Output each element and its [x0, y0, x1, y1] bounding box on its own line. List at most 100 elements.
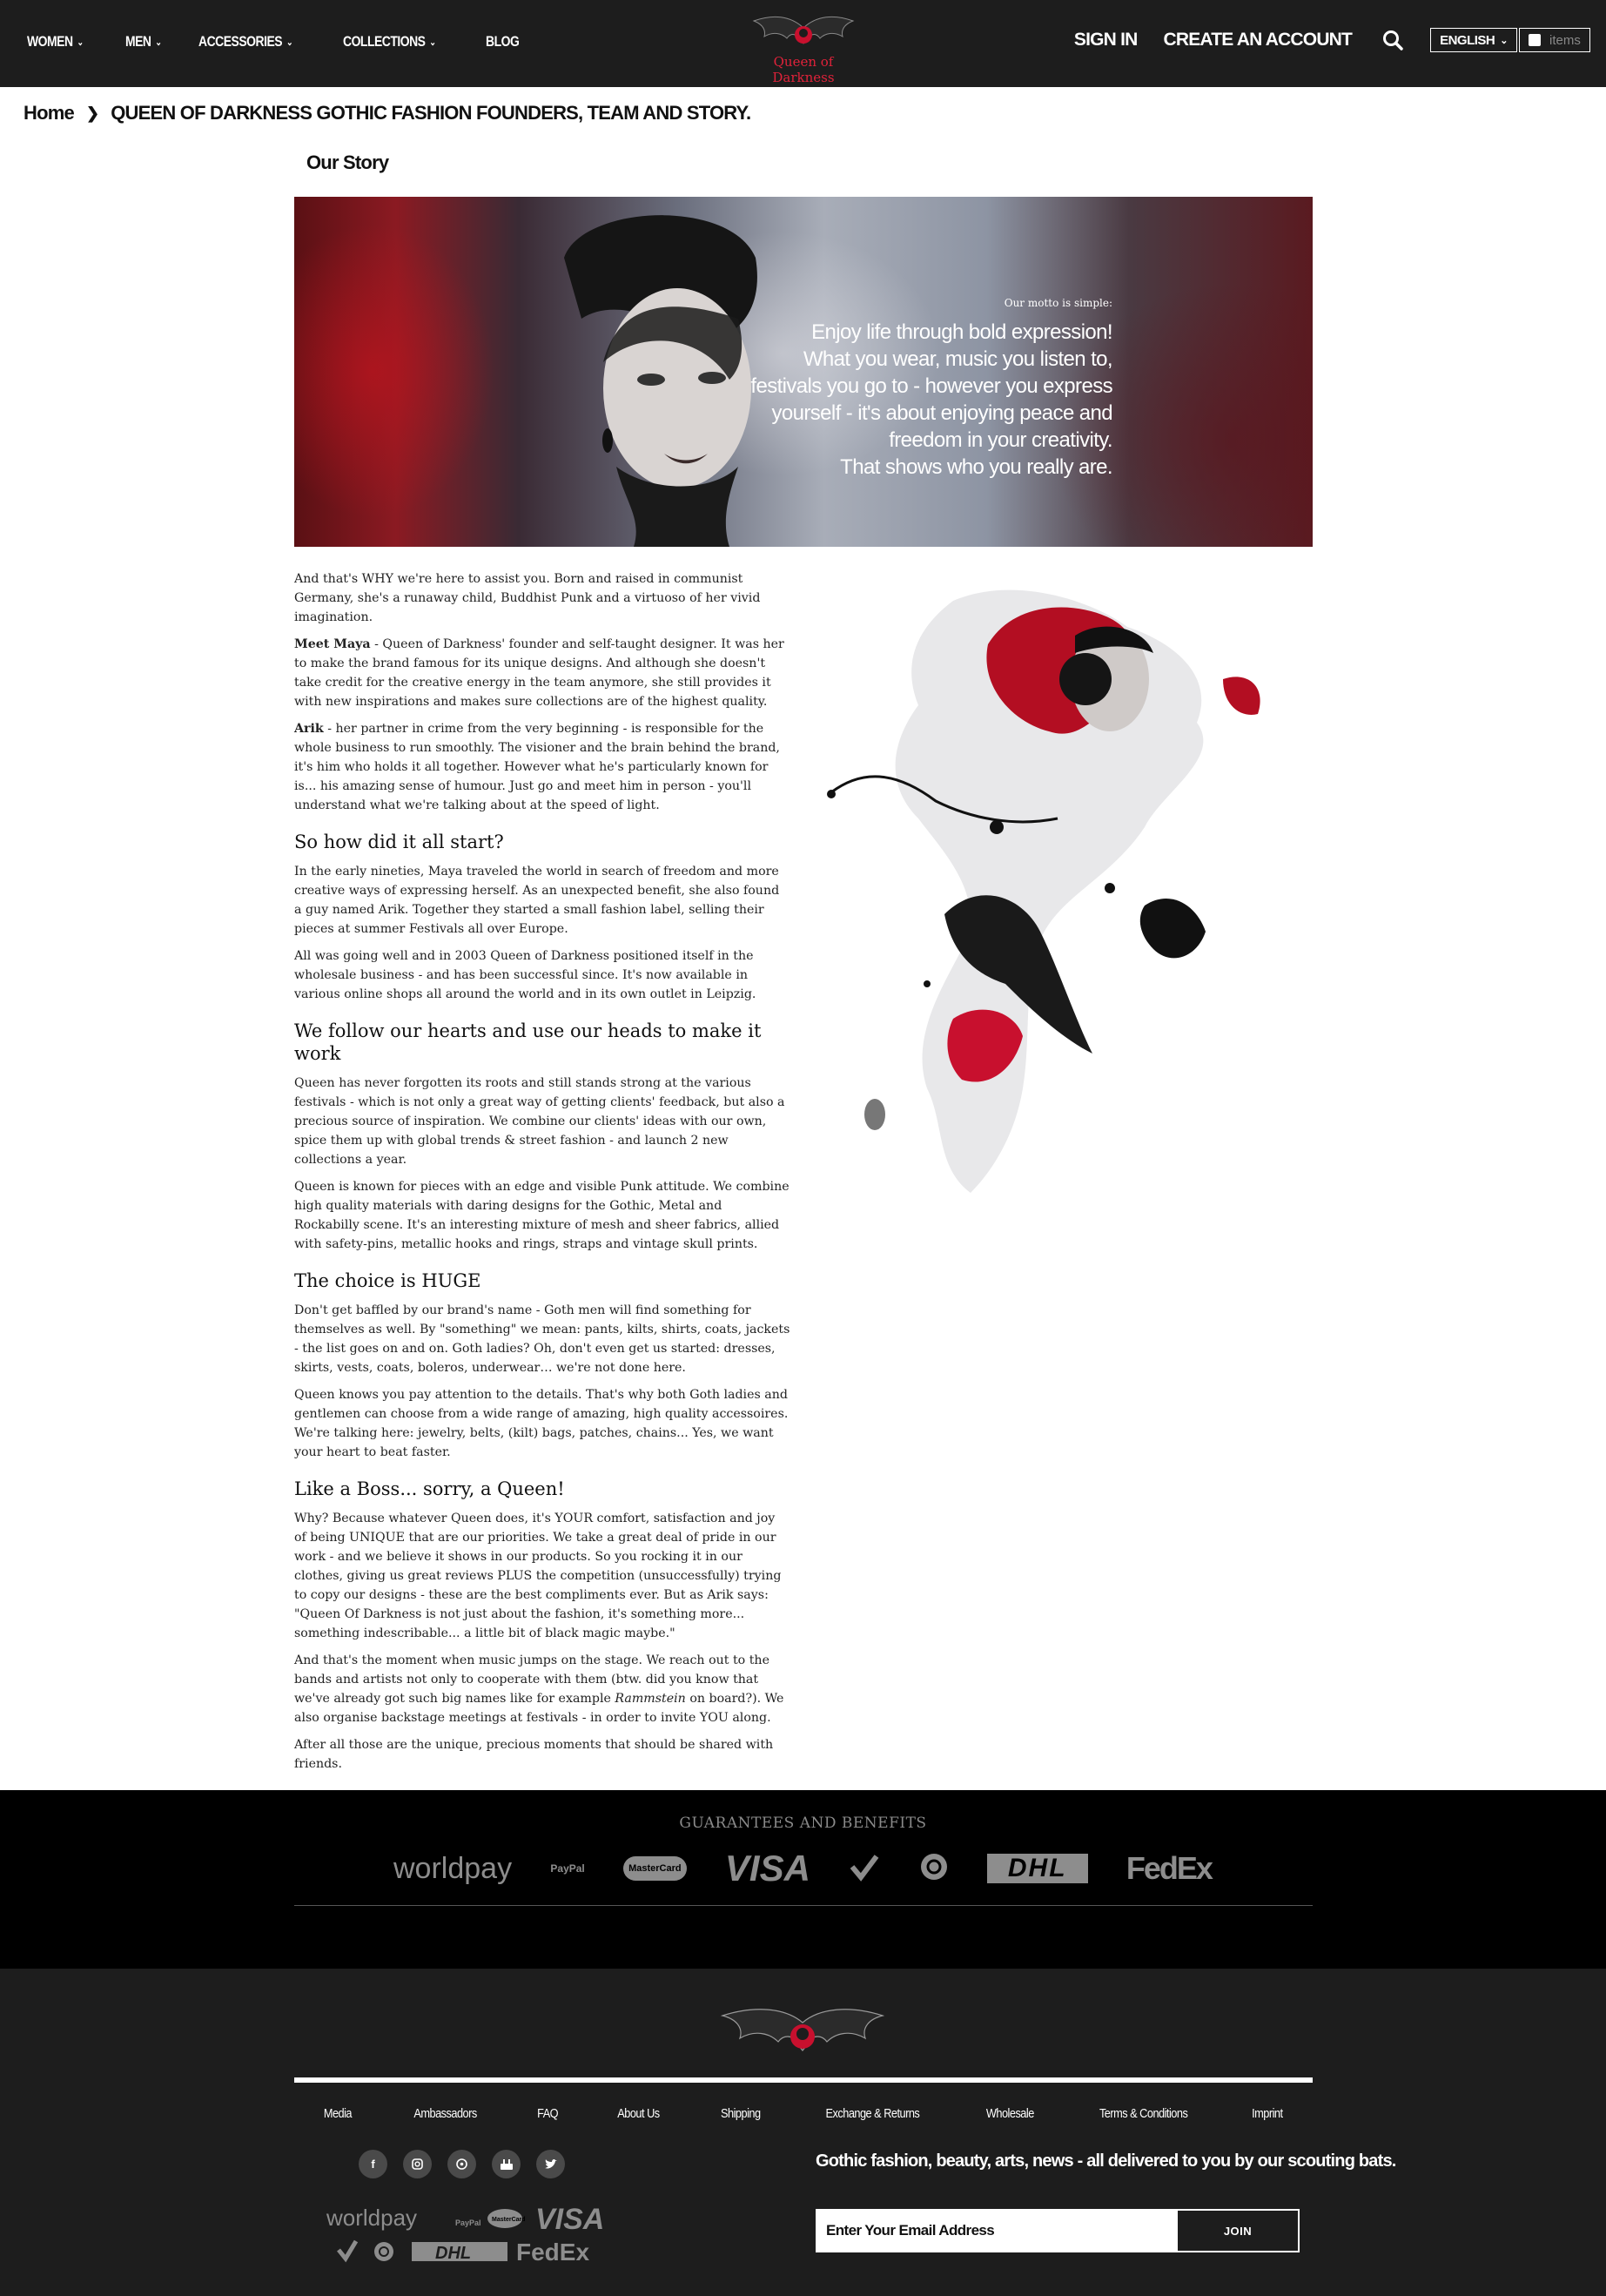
footer-divider	[294, 2077, 1313, 2083]
guarantees-section: GUARANTEES AND BENEFITS worldpay PayPal …	[0, 1790, 1606, 1969]
footer-link-media[interactable]: Media	[324, 2106, 353, 2121]
chevron-down-icon: ⌄	[77, 37, 84, 48]
chevron-down-icon: ⌄	[155, 37, 162, 48]
hero-banner: Our motto is simple: Enjoy life through …	[294, 197, 1313, 547]
create-account-link[interactable]: CREATE AN ACCOUNT	[1163, 30, 1352, 50]
page-title: Our Story	[306, 151, 389, 173]
story-heading: So how did it all start?	[294, 832, 504, 852]
bat-logo-icon	[752, 16, 855, 44]
mastercard-logo: MasterCard	[492, 2217, 526, 2223]
nav-women[interactable]: WOMEN ⌄	[27, 33, 84, 50]
payment-logos: worldpay PayPal MasterCard VISA DHL FedE…	[393, 1842, 1213, 1895]
visa-logo: VISA	[535, 2203, 604, 2236]
join-button[interactable]: JOIN	[1178, 2211, 1298, 2251]
footer-link-imprint[interactable]: Imprint	[1252, 2106, 1283, 2121]
nav-collections[interactable]: COLLECTIONS ⌄	[343, 33, 436, 50]
hero-motto-line: festivals you go to - however you expres…	[750, 374, 1112, 398]
footer-link-exchange[interactable]: Exchange & Returns	[826, 2106, 920, 2121]
footer-link-faq[interactable]: FAQ	[537, 2106, 558, 2121]
twitter-icon[interactable]	[536, 2150, 565, 2178]
fedex-logo: FedEx	[516, 2239, 589, 2266]
story-paragraph: Queen knows you pay attention to the det…	[294, 1388, 789, 1459]
hero-motto-line: What you wear, music you listen to,	[803, 347, 1113, 371]
footer-link-about[interactable]: About Us	[618, 2106, 661, 2121]
guarantees-title: GUARANTEES AND BENEFITS	[679, 1815, 927, 1832]
breadcrumb-home[interactable]: Home	[24, 102, 75, 125]
chevron-down-icon: ⌄	[286, 37, 293, 48]
breadcrumb: Home ❯ QUEEN OF DARKNESS GOTHIC FASHION …	[24, 102, 751, 125]
visa-logo: VISA	[724, 1848, 810, 1889]
language-label: ENGLISH	[1440, 32, 1495, 48]
footer-payment-logos: worldpay PayPal MasterCard VISA DHL FedE…	[326, 2203, 604, 2266]
worldpay-logo: worldpay	[393, 1851, 513, 1885]
nav-accessories-label: ACCESSORIES	[198, 33, 283, 50]
divider	[294, 1905, 1313, 1906]
site-footer: Media Ambassadors FAQ About Us Shipping …	[0, 1969, 1606, 2296]
hero-motto-line: That shows who you really are.	[840, 455, 1112, 479]
footer-link-wholesale[interactable]: Wholesale	[986, 2106, 1034, 2121]
story-paragraph: After all those are the unique, precious…	[294, 1738, 774, 1771]
story-paragraph: All was going well and in 2003 Queen of …	[294, 949, 756, 1001]
eco-icon	[919, 1852, 949, 1885]
nav-blog[interactable]: BLOG	[485, 33, 520, 50]
logo-text: Queen of Darkness	[772, 54, 835, 85]
story-paragraph: In the early nineties, Maya traveled the…	[294, 865, 780, 936]
story-paragraph: Arik - her partner in crime from the ver…	[294, 719, 790, 815]
nav-men[interactable]: MEN ⌄	[125, 33, 162, 50]
story-paragraph: Why? Because whatever Queen does, it's Y…	[294, 1512, 782, 1640]
newsletter-email-input[interactable]	[817, 2211, 1178, 2251]
paypal-logo: PayPal	[550, 1862, 585, 1875]
footer-link-terms[interactable]: Terms & Conditions	[1099, 2106, 1188, 2121]
chevron-down-icon: ⌄	[1500, 35, 1508, 46]
arik-text: - her partner in crime from the very beg…	[294, 722, 780, 812]
cart-button[interactable]: items	[1519, 28, 1590, 52]
story-heading: Like a Boss... sorry, a Queen!	[294, 1478, 565, 1499]
rammstein-text: Rammstein	[615, 1692, 686, 1706]
hero-intro: Our motto is simple:	[1004, 297, 1112, 309]
mastercard-logo: MasterCard	[623, 1856, 687, 1881]
pinterest-icon[interactable]	[447, 2150, 476, 2178]
footer-link-shipping[interactable]: Shipping	[721, 2106, 761, 2121]
story-paragraph: And that's WHY we're here to assist you.…	[294, 572, 761, 624]
story-paragraph: Don't get baffled by our brand's name - …	[294, 1303, 790, 1375]
main-nav: WOMEN ⌄ MEN ⌄ ACCESSORIES ⌄ COLLECTIONS ⌄ BL…	[27, 33, 556, 50]
youtube-icon[interactable]	[492, 2150, 521, 2178]
facebook-icon[interactable]: f	[359, 2150, 387, 2178]
story-paragraph: Queen has never forgotten its roots and …	[294, 1076, 785, 1167]
story-paragraph: And that's the moment when music jumps o…	[294, 1651, 790, 1727]
story-paragraph: Meet Maya - Queen of Darkness' founder a…	[294, 635, 790, 711]
newsletter-form: JOIN	[816, 2209, 1300, 2252]
story-heading: The choice is HUGE	[294, 1270, 481, 1291]
header-actions: SIGN IN CREATE AN ACCOUNT ENGLISH ⌄ item…	[1048, 28, 1590, 52]
cart-label: items	[1549, 32, 1581, 48]
hero-motto-line: yourself - it's about enjoying peace and	[771, 401, 1112, 425]
chevron-down-icon: ⌄	[429, 37, 436, 48]
chevron-right-icon: ❯	[85, 104, 99, 122]
hero-motto: Enjoy life through bold expression! What…	[747, 319, 1112, 481]
nav-blog-label: BLOG	[485, 33, 520, 50]
story-content: And that's WHY we're here to assist you.…	[294, 569, 790, 1781]
nav-accessories[interactable]: ACCESSORIES ⌄	[198, 33, 293, 50]
dhl-logo: DHL	[986, 1854, 1088, 1883]
language-selector[interactable]: ENGLISH ⌄	[1430, 28, 1517, 52]
footer-links: Media Ambassadors FAQ About Us Shipping …	[294, 2106, 1313, 2121]
footer-bat-logo-icon[interactable]	[716, 2003, 890, 2064]
dhl-logo: DHL	[435, 2244, 471, 2263]
story-paragraph: Queen is known for pieces with an edge a…	[294, 1180, 790, 1251]
shopping-bag-icon	[1529, 34, 1541, 46]
instagram-icon[interactable]	[403, 2150, 432, 2178]
nav-women-label: WOMEN	[27, 33, 73, 50]
site-header: WOMEN ⌄ MEN ⌄ ACCESSORIES ⌄ COLLECTIONS ⌄ BL…	[0, 0, 1606, 87]
footer-link-ambassadors[interactable]: Ambassadors	[413, 2106, 477, 2121]
breadcrumb-current: QUEEN OF DARKNESS GOTHIC FASHION FOUNDER…	[111, 102, 751, 124]
gothic-art-image	[827, 589, 1260, 1193]
hero-motto-line: Enjoy life through bold expression!	[811, 320, 1113, 344]
sign-in-link[interactable]: SIGN IN	[1074, 30, 1138, 50]
search-icon[interactable]	[1381, 29, 1404, 51]
maya-name: Meet Maya	[294, 637, 371, 651]
site-logo[interactable]: Queen of Darkness	[747, 12, 860, 85]
nav-collections-label: COLLECTIONS	[343, 33, 426, 50]
social-links: f	[359, 2150, 565, 2178]
hero-motto-line: freedom in your creativity.	[889, 428, 1112, 452]
worldpay-logo: worldpay	[326, 2205, 417, 2231]
